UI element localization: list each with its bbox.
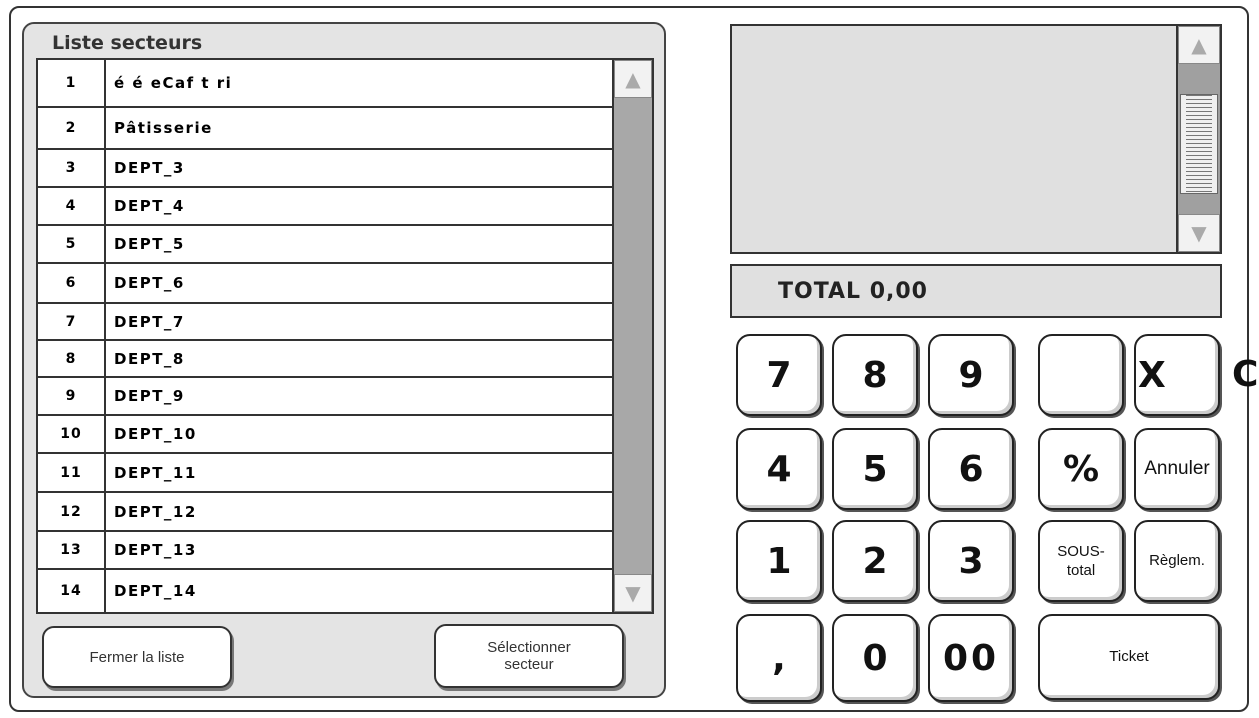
- sector-number: 5: [38, 226, 106, 262]
- sector-number: 12: [38, 493, 106, 530]
- total-text: TOTAL 0,00: [778, 278, 928, 304]
- ticket-button[interactable]: Ticket: [1038, 614, 1220, 700]
- subtotal-button[interactable]: SOUS- total: [1038, 520, 1124, 602]
- key-9[interactable]: 9: [928, 334, 1014, 416]
- sector-list: 1 é é eCaf t ri 2 Pâtisserie 3 DEPT_3 4 …: [36, 58, 614, 614]
- scroll-down-button[interactable]: ▼: [614, 574, 652, 612]
- key-6[interactable]: 6: [928, 428, 1014, 510]
- sector-number: 1: [38, 60, 106, 106]
- sector-number: 8: [38, 341, 106, 376]
- list-item[interactable]: 2 Pâtisserie: [38, 108, 612, 150]
- scroll-thumb[interactable]: [1180, 94, 1218, 194]
- list-item[interactable]: 7 DEPT_7: [38, 304, 612, 341]
- comma-key[interactable]: ,: [736, 614, 822, 702]
- key-c-label: C: [1232, 354, 1259, 395]
- scroll-up-button[interactable]: ▲: [614, 60, 652, 98]
- key-0[interactable]: 0: [832, 614, 918, 702]
- blank-key[interactable]: [1038, 334, 1124, 416]
- subtotal-label-line1: SOUS-: [1057, 542, 1105, 560]
- key-4[interactable]: 4: [736, 428, 822, 510]
- sector-name: DEPT_14: [114, 582, 197, 600]
- sector-name: DEPT_9: [114, 387, 185, 405]
- list-item[interactable]: 13 DEPT_13: [38, 532, 612, 570]
- sector-number: 4: [38, 188, 106, 224]
- sector-name: DEPT_4: [114, 197, 185, 215]
- subtotal-label-line2: total: [1066, 562, 1096, 579]
- triangle-down-icon: ▼: [1191, 221, 1207, 245]
- sector-number: 2: [38, 108, 106, 148]
- scroll-down-button[interactable]: ▼: [1178, 214, 1220, 252]
- sector-number: 7: [38, 304, 106, 339]
- list-item[interactable]: 6 DEPT_6: [38, 264, 612, 304]
- sector-number: 14: [38, 570, 106, 612]
- sector-name: DEPT_11: [114, 463, 197, 482]
- list-item[interactable]: 9 DEPT_9: [38, 378, 612, 416]
- sector-name: Pâtisserie: [114, 119, 213, 137]
- key-x[interactable]: X: [1134, 334, 1220, 416]
- sector-name: DEPT_10: [114, 425, 197, 443]
- sector-name: DEPT_13: [114, 541, 197, 559]
- sector-name: DEPT_8: [114, 349, 185, 368]
- list-item[interactable]: 11 DEPT_11: [38, 454, 612, 493]
- cancel-button[interactable]: Annuler: [1134, 428, 1220, 510]
- scroll-up-button[interactable]: ▲: [1178, 26, 1220, 64]
- close-list-label: Fermer la liste: [89, 648, 185, 666]
- key-7[interactable]: 7: [736, 334, 822, 416]
- key-1[interactable]: 1: [736, 520, 822, 602]
- key-00[interactable]: 00: [928, 614, 1014, 702]
- key-5[interactable]: 5: [832, 428, 918, 510]
- sector-number: 6: [38, 264, 106, 302]
- sector-name: é é eCaf t ri: [114, 74, 233, 92]
- list-item[interactable]: 1 é é eCaf t ri: [38, 60, 612, 108]
- key-8[interactable]: 8: [832, 334, 918, 416]
- triangle-up-icon: ▲: [1191, 33, 1207, 57]
- sector-list-panel: Liste secteurs 1 é é eCaf t ri 2 Pâtisse…: [22, 22, 666, 698]
- ticket-display-scrollbar[interactable]: ▲ ▼: [1176, 26, 1220, 252]
- sector-list-scrollbar[interactable]: ▲ ▼: [614, 58, 654, 614]
- close-list-button[interactable]: Fermer la liste: [42, 626, 232, 688]
- sector-name: DEPT_6: [114, 274, 185, 292]
- sector-number: 3: [38, 150, 106, 186]
- percent-key[interactable]: %: [1038, 428, 1124, 510]
- sector-name: DEPT_7: [114, 312, 185, 331]
- list-item[interactable]: 3 DEPT_3: [38, 150, 612, 188]
- list-item[interactable]: 12 DEPT_12: [38, 493, 612, 532]
- sector-number: 11: [38, 454, 106, 491]
- list-item[interactable]: 8 DEPT_8: [38, 341, 612, 378]
- select-sector-label-line1: Sélectionner: [487, 639, 571, 656]
- list-item[interactable]: 10 DEPT_10: [38, 416, 612, 454]
- sector-name: DEPT_5: [114, 235, 185, 253]
- triangle-up-icon: ▲: [625, 67, 641, 91]
- key-3[interactable]: 3: [928, 520, 1014, 602]
- list-item[interactable]: 4 DEPT_4: [38, 188, 612, 226]
- settle-button[interactable]: Règlem.: [1134, 520, 1220, 602]
- select-sector-button[interactable]: Sélectionner secteur: [434, 624, 624, 688]
- sector-list-title: Liste secteurs: [52, 32, 203, 54]
- triangle-down-icon: ▼: [625, 581, 641, 605]
- sector-name: DEPT_12: [114, 502, 197, 521]
- select-sector-label-line2: secteur: [504, 656, 554, 673]
- total-display: TOTAL 0,00: [730, 264, 1222, 318]
- sector-number: 13: [38, 532, 106, 568]
- sector-number: 10: [38, 416, 106, 452]
- list-item[interactable]: 5 DEPT_5: [38, 226, 612, 264]
- sector-number: 9: [38, 378, 106, 414]
- sector-name: DEPT_3: [114, 159, 185, 177]
- list-item[interactable]: 14 DEPT_14: [38, 570, 612, 612]
- key-2[interactable]: 2: [832, 520, 918, 602]
- ticket-display: ▲ ▼: [730, 24, 1222, 254]
